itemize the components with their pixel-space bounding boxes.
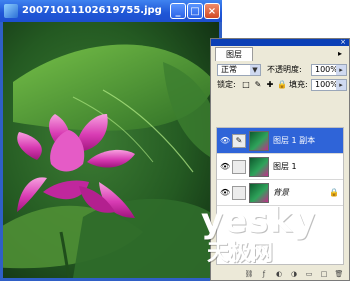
- panel-titlebar[interactable]: ×: [211, 39, 349, 46]
- layer-row[interactable]: 👁 ✎ 图层 1 副本: [217, 128, 343, 154]
- lotus-photo[interactable]: [3, 22, 219, 278]
- close-button[interactable]: ×: [204, 3, 220, 19]
- lock-fill-row: 锁定: □ ✎ ✚ 🔒 填充: 100% ▸: [217, 78, 347, 92]
- layer-name: 背景: [273, 188, 289, 197]
- panel-menu-icon[interactable]: ▸: [334, 48, 346, 59]
- lock-transparent-icon[interactable]: □: [241, 80, 251, 90]
- visibility-eye-icon[interactable]: 👁: [220, 188, 230, 198]
- fill-label: 填充:: [289, 80, 308, 89]
- watermark-main: yesky: [201, 201, 317, 241]
- opacity-field[interactable]: 100% ▸: [311, 64, 347, 76]
- window-titlebar[interactable]: 20071011102619755.jpg @ 10... _ □ ×: [0, 0, 222, 22]
- layer-thumbnail: [249, 157, 269, 177]
- blend-opacity-row: 正常 ▼ 不透明度: 100% ▸: [217, 63, 347, 77]
- chevron-right-icon: ▸: [336, 65, 346, 75]
- blend-mode-select[interactable]: 正常 ▼: [217, 64, 261, 76]
- layer-name: 图层 1: [273, 162, 297, 171]
- lotus-image: [3, 22, 219, 278]
- watermark: yesky 天极网: [201, 204, 341, 274]
- panel-close-icon[interactable]: ×: [339, 39, 347, 46]
- photoshop-document-icon: [4, 4, 18, 18]
- minimize-button[interactable]: _: [170, 3, 186, 19]
- lock-label: 锁定:: [217, 80, 236, 89]
- fill-field[interactable]: 100% ▸: [311, 79, 347, 91]
- link-slot-icon[interactable]: [232, 160, 246, 174]
- image-window: 20071011102619755.jpg @ 10... _ □ ×: [0, 0, 222, 281]
- visibility-eye-icon[interactable]: 👁: [220, 162, 230, 172]
- opacity-value: 100%: [315, 65, 338, 74]
- link-slot-icon[interactable]: [232, 186, 246, 200]
- visibility-eye-icon[interactable]: 👁: [220, 136, 230, 146]
- layer-row[interactable]: 👁 图层 1: [217, 154, 343, 180]
- chevron-down-icon: ▼: [250, 65, 260, 75]
- blend-mode-value: 正常: [221, 65, 237, 74]
- lock-move-icon[interactable]: ✚: [265, 80, 275, 90]
- lock-brush-icon[interactable]: ✎: [253, 80, 263, 90]
- tab-layers[interactable]: 图层: [215, 47, 253, 61]
- window-title: 20071011102619755.jpg @ 10...: [22, 5, 162, 16]
- layer-thumbnail: [249, 131, 269, 151]
- layer-name: 图层 1 副本: [273, 136, 316, 145]
- fill-value: 100%: [315, 80, 338, 89]
- layer-thumbnail: [249, 183, 269, 203]
- padlock-icon: 🔒: [329, 188, 339, 197]
- opacity-label: 不透明度:: [267, 65, 302, 74]
- lock-all-icon[interactable]: 🔒: [277, 80, 287, 90]
- watermark-sub: 天极网: [207, 241, 274, 266]
- chevron-right-icon: ▸: [336, 80, 346, 90]
- maximize-button[interactable]: □: [187, 3, 203, 19]
- brush-icon[interactable]: ✎: [232, 134, 246, 148]
